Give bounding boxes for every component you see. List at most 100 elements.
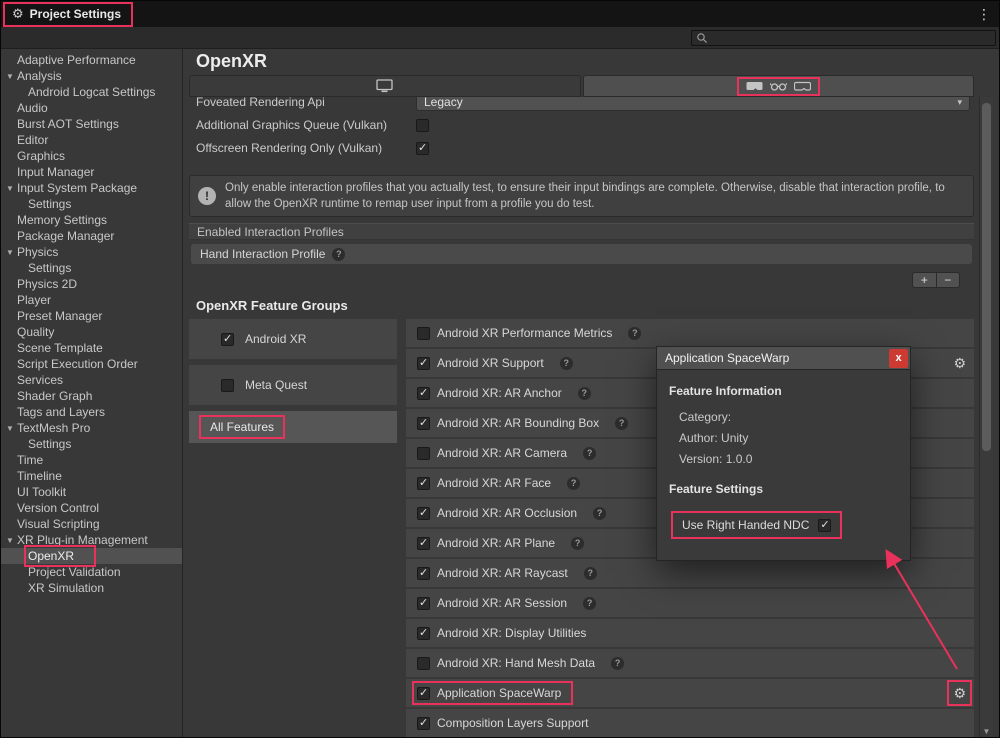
foldout-arrow-icon[interactable]: ▼ bbox=[6, 72, 17, 81]
scrollbar-down-arrow[interactable]: ▼ bbox=[980, 727, 993, 736]
help-icon[interactable]: ? bbox=[593, 507, 606, 520]
sidebar-item-timeline[interactable]: ▼ Timeline bbox=[1, 468, 182, 484]
search-box[interactable] bbox=[691, 30, 996, 46]
sidebar-item-services[interactable]: ▼ Services bbox=[1, 372, 182, 388]
help-icon[interactable]: ? bbox=[611, 657, 624, 670]
sidebar-item-quality[interactable]: ▼ Quality bbox=[1, 324, 182, 340]
hand-interaction-profile-row[interactable]: Hand Interaction Profile ? bbox=[191, 244, 972, 264]
scrollbar-thumb[interactable] bbox=[982, 103, 991, 451]
checkbox[interactable] bbox=[417, 597, 430, 610]
sidebar-item-tags-and-layers[interactable]: ▼ Tags and Layers bbox=[1, 404, 182, 420]
sidebar-item-label: Script Execution Order bbox=[17, 357, 138, 371]
all-features-row[interactable]: All Features bbox=[189, 411, 397, 443]
sidebar-item-visual-scripting[interactable]: ▼ Visual Scripting bbox=[1, 516, 182, 532]
feature-main: Android XR: AR Bounding Box bbox=[414, 413, 609, 433]
sidebar-item-version-control[interactable]: ▼ Version Control bbox=[1, 500, 182, 516]
sidebar-item-analysis[interactable]: ▼ Analysis bbox=[1, 68, 182, 84]
help-icon[interactable]: ? bbox=[584, 567, 597, 580]
sidebar-item-burst-aot-settings[interactable]: ▼ Burst AOT Settings bbox=[1, 116, 182, 132]
sidebar-item-xr-simulation[interactable]: ▼ XR Simulation bbox=[1, 580, 182, 596]
feature-row-android-xr-ar-raycast[interactable]: Android XR: AR Raycast ? bbox=[406, 559, 974, 587]
help-icon[interactable]: ? bbox=[332, 248, 345, 261]
sidebar-item-memory-settings[interactable]: ▼ Memory Settings bbox=[1, 212, 182, 228]
foldout-arrow-icon[interactable]: ▼ bbox=[6, 184, 17, 193]
help-icon[interactable]: ? bbox=[578, 387, 591, 400]
sidebar-item-android-logcat-settings[interactable]: ▼ Android Logcat Settings bbox=[1, 84, 182, 100]
feature-row-android-xr-display-utilities[interactable]: Android XR: Display Utilities ? bbox=[406, 619, 974, 647]
sidebar-item-preset-manager[interactable]: ▼ Preset Manager bbox=[1, 308, 182, 324]
sidebar-item-script-execution-order[interactable]: ▼ Script Execution Order bbox=[1, 356, 182, 372]
sidebar-item-physics[interactable]: ▼ Physics bbox=[1, 244, 182, 260]
sidebar-item-project-validation[interactable]: ▼ Project Validation bbox=[1, 564, 182, 580]
window-tab-project-settings[interactable]: ⚙ Project Settings bbox=[3, 2, 133, 27]
tab-pc-platform[interactable] bbox=[189, 75, 581, 97]
feature-row-android-xr-hand-mesh-data[interactable]: Android XR: Hand Mesh Data ? bbox=[406, 649, 974, 677]
checkbox[interactable] bbox=[417, 627, 430, 640]
search-input[interactable] bbox=[712, 31, 991, 45]
sidebar-item-adaptive-performance[interactable]: ▼ Adaptive Performance bbox=[1, 52, 182, 68]
checkbox[interactable] bbox=[417, 327, 430, 340]
tab-android-platform[interactable] bbox=[583, 75, 975, 97]
sidebar-item-graphics[interactable]: ▼ Graphics bbox=[1, 148, 182, 164]
feature-gear-icon[interactable] bbox=[953, 686, 966, 700]
foldout-arrow-icon[interactable]: ▼ bbox=[6, 248, 17, 257]
checkbox[interactable] bbox=[417, 567, 430, 580]
sidebar-item-settings[interactable]: ▼ Settings bbox=[1, 436, 182, 452]
checkbox[interactable] bbox=[417, 417, 430, 430]
sidebar-item-package-manager[interactable]: ▼ Package Manager bbox=[1, 228, 182, 244]
checkbox[interactable] bbox=[417, 447, 430, 460]
sidebar-item-input-manager[interactable]: ▼ Input Manager bbox=[1, 164, 182, 180]
feature-row-android-xr-ar-session[interactable]: Android XR: AR Session ? bbox=[406, 589, 974, 617]
help-icon[interactable]: ? bbox=[560, 357, 573, 370]
sidebar-item-audio[interactable]: ▼ Audio bbox=[1, 100, 182, 116]
help-icon[interactable]: ? bbox=[628, 327, 641, 340]
checkbox[interactable] bbox=[417, 477, 430, 490]
feature-group-meta-quest[interactable]: Meta Quest bbox=[189, 365, 397, 405]
checkbox[interactable] bbox=[417, 387, 430, 400]
sidebar-item-scene-template[interactable]: ▼ Scene Template bbox=[1, 340, 182, 356]
checkbox[interactable] bbox=[417, 687, 430, 700]
checkbox[interactable] bbox=[417, 537, 430, 550]
sidebar-item-time[interactable]: ▼ Time bbox=[1, 452, 182, 468]
checkbox[interactable] bbox=[417, 507, 430, 520]
feature-group-android-xr[interactable]: Android XR bbox=[189, 319, 397, 359]
help-icon[interactable]: ? bbox=[567, 477, 580, 490]
sidebar-item-editor[interactable]: ▼ Editor bbox=[1, 132, 182, 148]
sidebar-item-settings[interactable]: ▼ Settings bbox=[1, 196, 182, 212]
remove-profile-button[interactable]: − bbox=[937, 273, 960, 287]
sidebar-item-openxr[interactable]: ▼ OpenXR bbox=[1, 548, 182, 564]
foldout-arrow-icon[interactable]: ▼ bbox=[6, 536, 17, 545]
checkbox[interactable] bbox=[221, 379, 234, 392]
popup-close-button[interactable]: x bbox=[889, 349, 908, 368]
checkbox[interactable] bbox=[416, 119, 429, 132]
sidebar-item-input-system-package[interactable]: ▼ Input System Package bbox=[1, 180, 182, 196]
help-icon[interactable]: ? bbox=[583, 447, 596, 460]
help-icon[interactable]: ? bbox=[615, 417, 628, 430]
kebab-menu-icon[interactable]: ⋮ bbox=[977, 7, 991, 21]
checkbox[interactable] bbox=[416, 142, 429, 155]
feature-row-composition-layers-support[interactable]: Composition Layers Support ? bbox=[406, 709, 974, 737]
add-profile-button[interactable]: + bbox=[913, 273, 937, 287]
help-icon[interactable]: ? bbox=[583, 597, 596, 610]
popup-title-label: Application SpaceWarp bbox=[665, 351, 789, 365]
checkbox[interactable] bbox=[417, 657, 430, 670]
vertical-scrollbar[interactable]: ▼ bbox=[979, 97, 993, 737]
checkbox[interactable] bbox=[417, 357, 430, 370]
sidebar-item-player[interactable]: ▼ Player bbox=[1, 292, 182, 308]
checkbox[interactable] bbox=[221, 333, 234, 346]
feature-row-android-xr-performance-metrics[interactable]: Android XR Performance Metrics ? bbox=[406, 319, 974, 347]
ndc-checkbox[interactable] bbox=[818, 519, 831, 532]
sidebar-item-shader-graph[interactable]: ▼ Shader Graph bbox=[1, 388, 182, 404]
sidebar-item-physics-2d[interactable]: ▼ Physics 2D bbox=[1, 276, 182, 292]
sidebar-item-settings[interactable]: ▼ Settings bbox=[1, 260, 182, 276]
checkbox[interactable] bbox=[417, 717, 430, 730]
sidebar-item-ui-toolkit[interactable]: ▼ UI Toolkit bbox=[1, 484, 182, 500]
sidebar-item-textmesh-pro[interactable]: ▼ TextMesh Pro bbox=[1, 420, 182, 436]
feature-gear-icon[interactable] bbox=[953, 356, 966, 370]
sidebar-item-label: Settings bbox=[28, 197, 71, 211]
feature-row-application-spacewarp[interactable]: Application SpaceWarp ? bbox=[406, 679, 974, 707]
help-icon[interactable]: ? bbox=[571, 537, 584, 550]
foveated-rendering-dropdown[interactable]: Legacy ▾ bbox=[416, 97, 970, 111]
foldout-arrow-icon[interactable]: ▼ bbox=[6, 424, 17, 433]
sidebar-item-xr-plug-in-management[interactable]: ▼ XR Plug-in Management bbox=[1, 532, 182, 548]
